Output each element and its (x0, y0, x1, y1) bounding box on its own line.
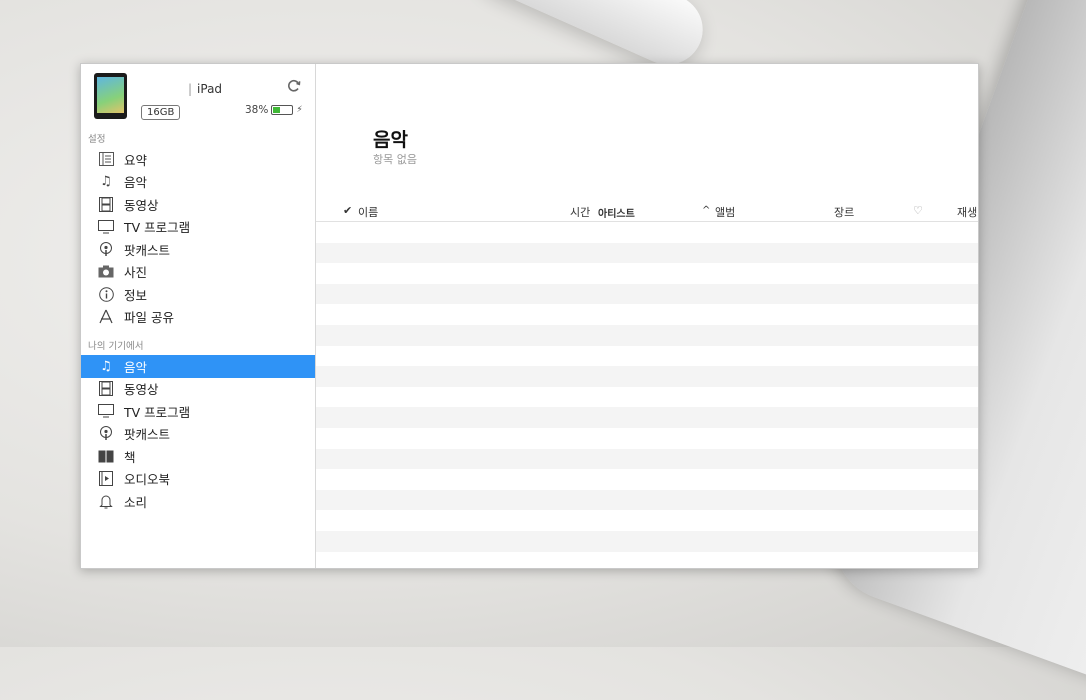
table-row (316, 469, 978, 490)
table-row (316, 428, 978, 449)
film-icon (98, 381, 114, 397)
capacity-badge: 16GB (141, 105, 181, 120)
check-column-header[interactable]: ✔ (343, 204, 352, 217)
settings-item-label: 팟캐스트 (124, 242, 171, 258)
table-row (316, 530, 978, 552)
podcast-icon (98, 426, 114, 442)
device-item-4[interactable]: 책 (81, 445, 315, 468)
table-row (316, 366, 978, 387)
device-item-0[interactable]: ♫ 음악 (81, 355, 315, 378)
film-icon (98, 196, 114, 212)
device-item-label: 음악 (124, 359, 148, 375)
device-item-label: 소리 (124, 494, 148, 510)
genre-column-header[interactable]: 장르 (834, 204, 854, 220)
table-row (316, 304, 978, 325)
device-item-2[interactable]: TV 프로그램 (81, 400, 315, 423)
main-panel: 음악 항목 없음 ✔ 이름 시간 아티스트 ^ 앨범 장르 ♡ 재생 (316, 64, 978, 568)
settings-item-label: TV 프로그램 (124, 220, 191, 236)
plays-column-header[interactable]: 재생 (957, 204, 977, 220)
info-icon (98, 286, 114, 302)
bell-icon (98, 493, 114, 509)
summary-list-icon (98, 151, 114, 167)
settings-item-7[interactable]: 파일 공유 (81, 306, 315, 329)
name-column-header[interactable]: 이름 (358, 204, 378, 220)
settings-item-label: 동영상 (124, 197, 159, 213)
settings-item-0[interactable]: 요약 (81, 148, 315, 171)
heart-column-icon[interactable]: ♡ (913, 204, 923, 217)
table-row (316, 242, 978, 264)
device-item-label: TV 프로그램 (124, 404, 191, 420)
device-item-label: 동영상 (124, 382, 159, 398)
settings-item-label: 파일 공유 (124, 310, 174, 326)
table-row (316, 283, 978, 305)
device-name: | iPad (188, 82, 223, 96)
device-item-6[interactable]: 소리 (81, 490, 315, 513)
settings-item-label: 사진 (124, 265, 148, 281)
sidebar: | iPad 16GB 38% ⚡ 설정 요약 ♫ 음악 동영상 TV 프로그램 팟캐스트 사… (81, 64, 316, 568)
track-table-rows (316, 222, 978, 568)
settings-item-5[interactable]: 사진 (81, 261, 315, 284)
device-item-label: 책 (124, 449, 136, 465)
on-device-section-label: 나의 기기에서 (88, 341, 144, 352)
charging-bolt-icon: ⚡ (296, 105, 303, 115)
music-note-icon: ♫ (100, 174, 112, 190)
device-item-3[interactable]: 팟캐스트 (81, 423, 315, 446)
podcast-icon (98, 241, 114, 257)
settings-section-label: 설정 (88, 134, 106, 145)
table-row (316, 346, 978, 367)
settings-item-label: 정보 (124, 287, 148, 303)
table-row (316, 263, 978, 284)
battery-percent: 38% (245, 104, 269, 116)
settings-item-2[interactable]: 동영상 (81, 193, 315, 216)
table-row (316, 222, 978, 243)
settings-item-6[interactable]: 정보 (81, 283, 315, 306)
page-title: 음악 (373, 129, 408, 151)
table-row (316, 324, 978, 346)
table-row (316, 407, 978, 428)
music-note-icon: ♫ (100, 358, 112, 374)
table-row (316, 510, 978, 531)
book-icon (98, 448, 114, 464)
table-header: ✔ 이름 시간 아티스트 ^ 앨범 장르 ♡ 재생 (316, 200, 978, 222)
table-row (316, 489, 978, 511)
table-row (316, 387, 978, 408)
on-device-nav: ♫ 음악동영상 TV 프로그램팟캐스트책오디오북소리 (81, 355, 315, 513)
settings-nav: 요약 ♫ 음악동영상 TV 프로그램팟캐스트사진정보파일 공유 (81, 148, 315, 328)
app-store-icon (98, 309, 114, 325)
battery-status: 38% ⚡ (245, 104, 303, 116)
time-column-header[interactable]: 시간 (570, 204, 590, 220)
tv-icon (98, 403, 114, 419)
settings-item-1[interactable]: ♫ 음악 (81, 171, 315, 194)
device-item-5[interactable]: 오디오북 (81, 468, 315, 491)
album-column-header[interactable]: 앨범 (715, 204, 735, 220)
battery-icon (271, 105, 294, 115)
device-header[interactable]: | iPad 16GB 38% ⚡ (81, 64, 315, 132)
settings-item-label: 음악 (124, 175, 148, 191)
sort-ascending-icon[interactable]: ^ (702, 205, 710, 216)
device-item-label: 팟캐스트 (124, 427, 171, 443)
settings-item-4[interactable]: 팟캐스트 (81, 238, 315, 261)
table-row (316, 552, 978, 569)
audiobook-icon (98, 471, 114, 487)
settings-item-3[interactable]: TV 프로그램 (81, 216, 315, 239)
settings-item-label: 요약 (124, 152, 148, 168)
empty-status: 항목 없음 (373, 153, 417, 166)
artist-column-header[interactable]: 아티스트 (598, 205, 635, 220)
camera-icon (98, 264, 114, 280)
ipad-thumbnail-icon (94, 73, 127, 119)
device-item-label: 오디오북 (124, 472, 171, 488)
itunes-window: | iPad 16GB 38% ⚡ 설정 요약 ♫ 음악 동영상 TV 프로그램 팟캐스트 사… (80, 63, 979, 569)
table-row (316, 448, 978, 470)
tv-icon (98, 219, 114, 235)
device-item-1[interactable]: 동영상 (81, 378, 315, 401)
sync-icon[interactable] (286, 79, 302, 95)
